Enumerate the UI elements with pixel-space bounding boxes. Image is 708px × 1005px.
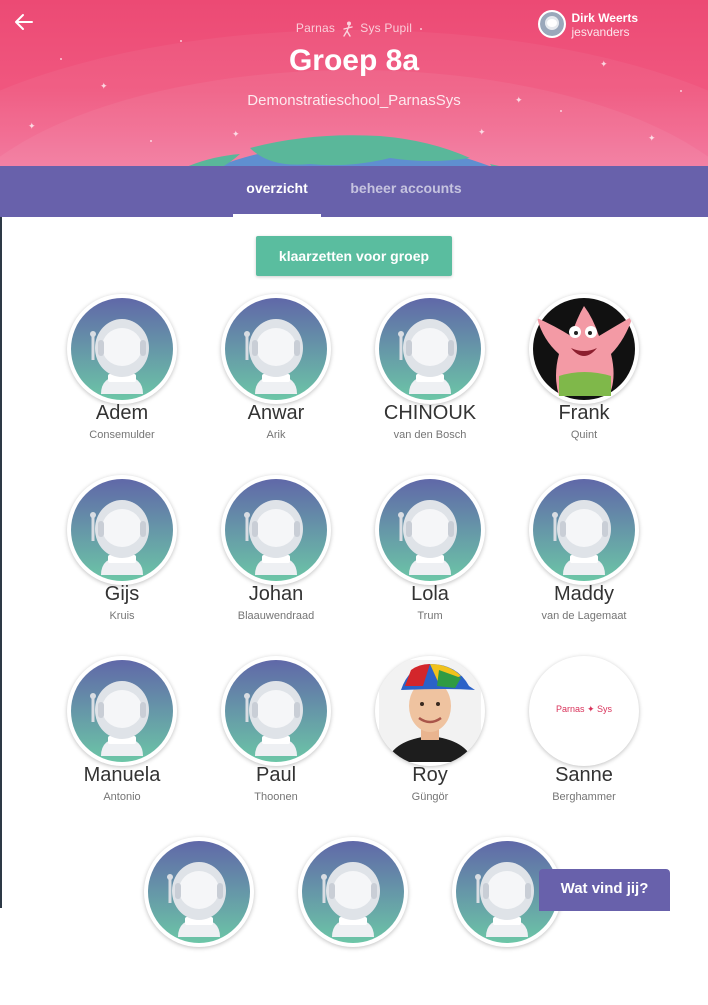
student-avatar xyxy=(529,475,639,585)
astronaut-icon xyxy=(225,479,327,581)
astronaut-icon xyxy=(148,841,250,943)
student-card[interactable]: Lola Trum xyxy=(355,473,505,643)
parnassys-logo: Parnas ✦ Sys xyxy=(529,704,639,715)
student-first-name: Manuela xyxy=(83,764,161,786)
student-card[interactable]: Parnas ✦ Sys Sanne Berghammer xyxy=(509,654,659,824)
student-last-name: Blaauwendraad xyxy=(237,610,315,622)
earth-illustration xyxy=(188,135,500,166)
student-avatar xyxy=(375,656,485,766)
student-last-name: van de Lagemaat xyxy=(541,610,627,622)
brand-right-text: Pupil xyxy=(384,21,413,36)
student-first-name: Johan xyxy=(248,583,304,605)
student-first-name: Gijs xyxy=(104,583,140,605)
prepare-for-group-button[interactable]: klaarzetten voor groep xyxy=(256,236,452,276)
tab-label: overzicht xyxy=(246,180,308,196)
student-card[interactable]: Adem Consemulder xyxy=(47,292,197,462)
student-card[interactable]: Manuela Antonio xyxy=(47,654,197,824)
page-title: Groep 8a xyxy=(288,44,420,77)
student-avatar xyxy=(221,656,331,766)
student-avatar xyxy=(221,475,331,585)
astronaut-icon xyxy=(71,479,173,581)
student-card[interactable]: Paul Thoonen xyxy=(201,654,351,824)
student-card[interactable] xyxy=(124,835,274,1005)
star-decoration: ✦ xyxy=(28,121,36,131)
astronaut-icon xyxy=(71,660,173,762)
brand-figure-icon xyxy=(342,21,353,37)
astronaut-icon xyxy=(71,298,173,400)
astronaut-icon xyxy=(379,479,481,581)
star-decoration xyxy=(180,40,182,42)
student-card[interactable]: Gijs Kruis xyxy=(47,473,197,643)
astronaut-icon xyxy=(225,298,327,400)
student-card[interactable]: Maddy van de Lagemaat xyxy=(509,473,659,643)
feedback-button[interactable]: Wat vind jij? xyxy=(539,869,670,911)
astronaut-icon xyxy=(225,660,327,762)
student-first-name: Lola xyxy=(411,583,449,605)
student-avatar: Parnas ✦ Sys xyxy=(529,656,639,766)
left-edge xyxy=(0,217,2,908)
user-login: jesvanders xyxy=(571,25,630,39)
astronaut-icon xyxy=(379,298,481,400)
active-tab-indicator xyxy=(233,214,321,217)
tab-label: beheer accounts xyxy=(350,180,462,196)
student-card[interactable]: Frank Quint xyxy=(509,292,659,462)
astronaut-icon xyxy=(533,479,635,581)
student-card[interactable]: Anwar Arik xyxy=(201,292,351,462)
student-last-name: Thoonen xyxy=(254,791,298,803)
brand-left-text: Parnas xyxy=(295,21,336,36)
student-avatar xyxy=(375,294,485,404)
student-first-name: Adem xyxy=(95,402,149,424)
student-avatar xyxy=(144,837,254,947)
student-card[interactable]: Johan Blaauwendraad xyxy=(201,473,351,643)
person-photo xyxy=(379,660,481,762)
student-last-name: Antonio xyxy=(103,791,141,803)
student-first-name: Paul xyxy=(255,764,297,786)
student-avatar xyxy=(298,837,408,947)
astronaut-icon xyxy=(540,12,564,36)
student-last-name: Güngör xyxy=(411,791,449,803)
page-header: ✦ ✦ ✦ ✦ ✦ ✦ ✦ Parnas Sys Pupil Groep 8a … xyxy=(0,0,708,166)
student-card[interactable]: CHINOUK van den Bosch xyxy=(355,292,505,462)
student-first-name: Roy xyxy=(412,764,448,786)
star-decoration: ✦ xyxy=(648,133,656,143)
student-first-name: Maddy xyxy=(553,583,615,605)
student-card[interactable] xyxy=(278,835,428,1005)
student-card[interactable]: Roy Güngör xyxy=(355,654,505,824)
student-last-name: Consemulder xyxy=(89,429,155,441)
student-last-name: van den Bosch xyxy=(393,429,467,441)
student-avatar xyxy=(67,294,177,404)
brand-middle-text: Sys xyxy=(360,21,381,36)
student-last-name: Kruis xyxy=(109,610,135,622)
user-avatar[interactable] xyxy=(538,10,566,38)
student-avatar xyxy=(529,294,639,404)
logo-figure-icon: ✦ xyxy=(586,704,595,714)
student-card[interactable] xyxy=(432,835,582,1005)
starfish-cartoon-photo xyxy=(533,298,635,400)
tab-beheer-accounts[interactable]: beheer accounts xyxy=(338,166,474,217)
student-avatar xyxy=(67,475,177,585)
student-last-name: Trum xyxy=(417,610,443,622)
student-last-name: Arik xyxy=(266,429,286,441)
student-last-name: Quint xyxy=(570,429,598,441)
astronaut-icon xyxy=(302,841,404,943)
logo-left-text: Parnas xyxy=(555,704,585,714)
tab-bar: overzicht beheer accounts xyxy=(0,166,708,217)
student-first-name: Anwar xyxy=(247,402,305,424)
logo-right-text: Sys xyxy=(597,704,613,714)
user-name: Dirk Weerts xyxy=(571,11,638,25)
student-avatar xyxy=(67,656,177,766)
student-last-name: Berghammer xyxy=(552,791,616,803)
school-name: Demonstratieschool_ParnasSys xyxy=(247,92,461,109)
tab-overzicht[interactable]: overzicht xyxy=(233,166,321,217)
user-info[interactable]: Dirk Weerts jesvanders xyxy=(572,11,638,39)
star-decoration xyxy=(560,110,562,112)
student-avatar xyxy=(375,475,485,585)
student-first-name: CHINOUK xyxy=(383,402,477,424)
star-decoration: ✦ xyxy=(100,81,108,91)
student-first-name: Sanne xyxy=(555,764,613,786)
student-first-name: Frank xyxy=(558,402,610,424)
student-avatar xyxy=(221,294,331,404)
